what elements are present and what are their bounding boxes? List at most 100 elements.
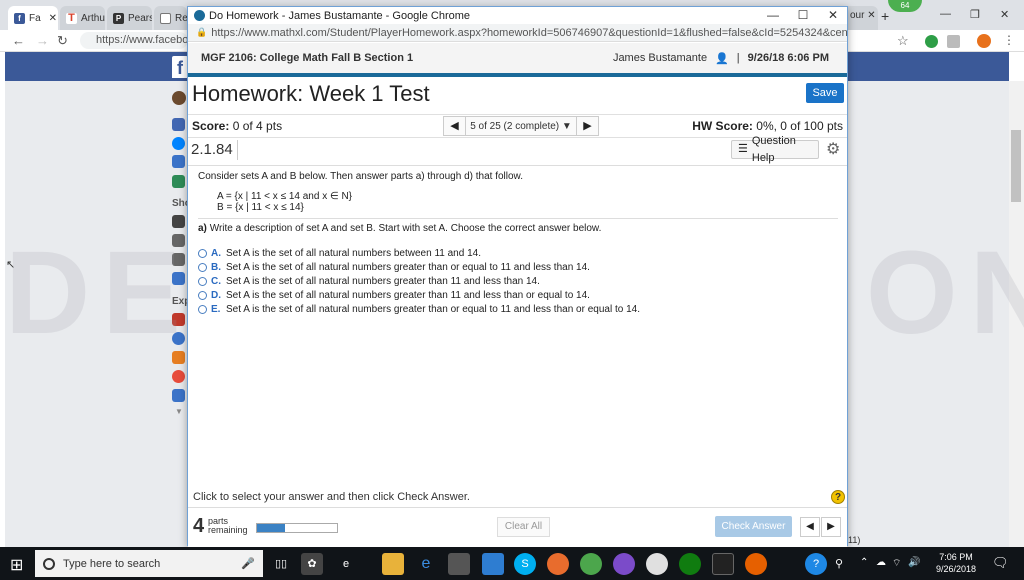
star-icon[interactable]: ☆ [897,33,909,49]
chrome-icon[interactable] [646,553,668,575]
group-icon-2[interactable] [172,253,185,266]
option-e[interactable]: E. Set A is the set of all natural numbe… [198,302,838,316]
part-a-label: a) [198,223,207,234]
maximize-icon[interactable]: ❐ [970,8,980,21]
option-b[interactable]: B. Set A is the set of all natural numbe… [198,260,838,274]
tab-pearson[interactable]: P Pears [107,6,152,30]
app-icon-orange[interactable] [547,553,569,575]
minimize-icon[interactable]: — [758,7,788,24]
radio-button[interactable] [198,262,207,272]
viber-icon[interactable] [613,553,635,575]
cortana-icon [43,557,55,570]
close-window-icon[interactable]: ✕ [1000,8,1009,21]
popup-address-bar[interactable]: 🔒 https://www.mathxl.com/Student/PlayerH… [188,24,847,42]
radio-button[interactable] [198,276,207,286]
watch-icon[interactable] [172,155,185,168]
check-answer-button[interactable]: Check Answer [715,516,792,537]
marketplace-icon[interactable] [172,175,185,188]
back-icon[interactable]: ← [12,33,25,48]
next-question-button[interactable]: ▶ [821,517,841,537]
skype-icon[interactable]: S [514,553,536,575]
volume-icon[interactable]: 🔊 [908,557,920,568]
previous-question-button[interactable]: ◀ [800,517,820,537]
game-icon[interactable] [172,215,185,228]
profile-avatar[interactable] [977,34,991,48]
help-icon[interactable]: ? [831,490,845,504]
facebook-logo[interactable]: f [172,56,188,78]
option-d[interactable]: D. Set A is the set of all natural numbe… [198,288,838,302]
gear-icon[interactable]: ⚙ [826,139,840,159]
tab-re[interactable]: Re [154,6,187,30]
pages-icon[interactable] [172,351,185,364]
close-icon[interactable]: ✕ [49,13,57,24]
app-icon[interactable]: ✿ [301,553,323,575]
edge-icon[interactable]: e [415,553,437,575]
windows-start-icon[interactable]: ⊞ [10,555,23,575]
question-help-label: Question Help [751,134,796,164]
question-selector[interactable]: 5 of 25 (2 complete) ▼ [466,121,576,132]
minimize-icon[interactable]: — [940,8,951,20]
tray-chevron-icon[interactable]: ⌃ [860,557,868,568]
course-bar: MGF 2106: College Math Fall B Section 1 … [188,43,847,77]
menu-icon[interactable]: ⋮ [1003,33,1015,47]
divider [198,218,838,219]
next-question-icon[interactable]: ▶ [576,117,598,135]
messenger-icon[interactable] [172,137,185,150]
extension-icon-2[interactable] [947,35,960,48]
popup-url: https://www.mathxl.com/Student/PlayerHom… [211,26,847,39]
page-icon[interactable] [172,272,185,285]
notification-icon[interactable]: 🗨 [992,555,1009,571]
new-tab-button[interactable]: + [881,8,889,24]
tab-label: Re [175,12,187,24]
reload-icon[interactable]: ↻ [57,33,68,49]
app-icon-dark[interactable] [712,553,734,575]
xbox-icon[interactable] [679,553,701,575]
onedrive-icon[interactable]: ☁ [876,557,886,568]
score-label: Score: [192,119,230,133]
edge-old-icon[interactable]: e [335,553,357,575]
microphone-icon[interactable]: 🎤 [241,557,255,570]
clear-all-button[interactable]: Clear All [497,517,550,537]
forward-icon[interactable]: → [36,33,49,48]
previous-question-icon[interactable]: ◀ [444,117,466,135]
task-view-icon[interactable]: ▯▯ [270,553,292,575]
scrollbar-thumb[interactable] [1011,130,1021,202]
popup-title: Do Homework - James Bustamante - Google … [209,9,471,22]
question-help-button[interactable]: ☰ Question Help [731,135,819,164]
store-icon[interactable] [448,553,470,575]
fundraisers-icon[interactable] [172,370,185,383]
tab-partial[interactable]: our ✕ [848,6,878,30]
avatar[interactable] [172,91,186,105]
address-bar[interactable]: https://www.facebook [80,32,188,49]
photos-icon[interactable] [482,553,504,575]
dropdown-icon: ▼ [561,120,572,132]
option-a[interactable]: A. Set A is the set of all natural numbe… [198,246,838,260]
group-icon[interactable] [172,234,185,247]
maximize-icon[interactable]: ☐ [788,7,818,24]
option-c[interactable]: C. Set A is the set of all natural numbe… [198,274,838,288]
close-icon[interactable]: ✕ [818,7,848,24]
groups-icon[interactable] [172,332,185,345]
user-icon: 👤 [715,52,729,65]
tab-arthur[interactable]: T Arthu [60,6,105,30]
friends-icon[interactable] [172,389,185,402]
wifi-icon[interactable]: ⌔ [892,557,901,570]
radio-button[interactable] [198,304,207,314]
extension-icon[interactable] [925,35,938,48]
separator: | [736,52,740,64]
firefox-icon[interactable] [745,553,767,575]
chevron-down-icon[interactable]: ▼ [175,407,183,416]
save-button[interactable]: Save [806,83,844,103]
radio-button[interactable] [198,248,207,258]
taskbar-search[interactable]: Type here to search 🎤 [35,550,263,577]
tab-facebook[interactable]: f Fa ✕ [8,6,58,30]
radio-button[interactable] [198,290,207,300]
taskbar-clock[interactable]: 7:06 PM 9/26/2018 [928,551,984,575]
file-explorer-icon[interactable] [382,553,404,575]
events-icon[interactable] [172,313,185,326]
news-feed-icon[interactable] [172,118,185,131]
app-icon-green[interactable] [580,553,602,575]
help-app-icon[interactable]: ? [805,553,827,575]
people-icon[interactable]: ⚲ [835,557,843,570]
part-a-prompt: a) Write a description of set A and set … [198,223,838,235]
